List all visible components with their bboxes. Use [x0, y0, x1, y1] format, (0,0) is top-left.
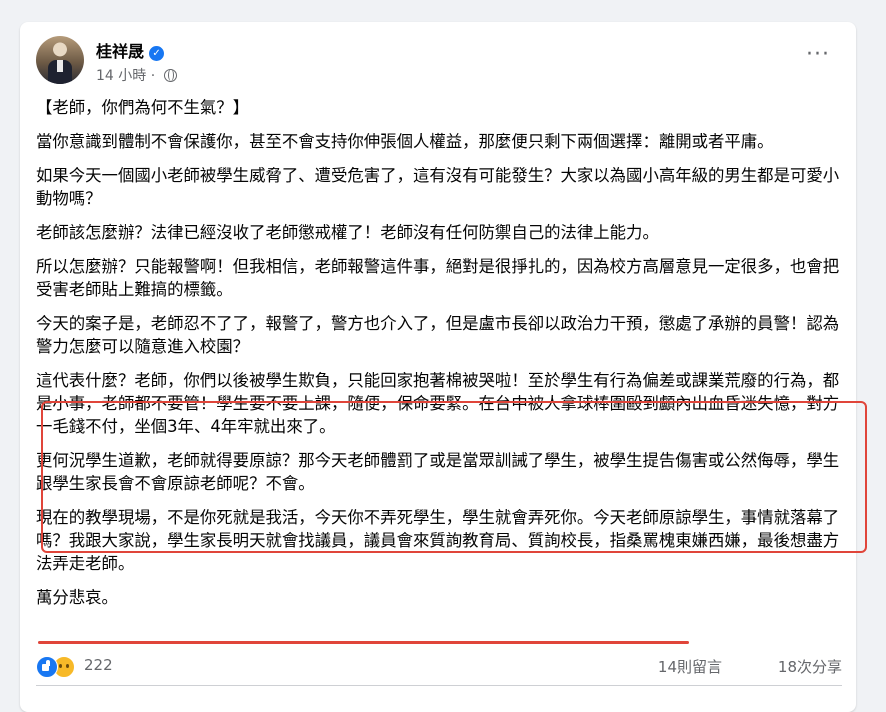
reaction-count[interactable]: 222	[84, 656, 113, 674]
post-paragraph: 【老師，你們為何不生氣？】	[36, 98, 250, 117]
post-time[interactable]: 14 小時	[96, 68, 146, 84]
post-paragraph: 更何況學生道歉，老師就得要原諒？那今天老師體罰了或是當眾訓誡了學生，被學生提告傷…	[36, 451, 840, 493]
post-paragraph: 如果今天一個國小老師被學生威脅了、遭受危害了，這有沒有可能發生？大家以為國小高年…	[36, 166, 840, 208]
like-reaction-icon	[36, 656, 58, 678]
post-paragraph: 當你意識到體制不會保護你，甚至不會支持你伸張個人權益，那麼便只剩下兩個選擇：離開…	[36, 132, 774, 151]
author-avatar[interactable]	[36, 36, 84, 84]
post-card: 桂祥晟 ✓ 14 小時 · ··· 【老師，你們為何不生氣？】 當你意識到體制不會…	[20, 22, 867, 712]
footer-divider	[36, 685, 842, 686]
more-options-icon[interactable]: ···	[806, 44, 830, 66]
post-paragraph: 萬分悲哀。	[36, 588, 118, 607]
comments-count[interactable]: 14則留言	[658, 656, 722, 677]
red-underline	[38, 641, 689, 644]
author-name-text[interactable]: 桂祥晟	[96, 42, 144, 61]
post-paragraph: 所以怎麼辦？只能報警啊！但我相信，老師報警這件事，絕對是很掙扎的，因為校方高層意…	[36, 257, 840, 299]
reactions[interactable]	[36, 656, 80, 678]
post-meta: 14 小時 ·	[96, 65, 177, 85]
post-paragraph: 這代表什麼？老師，你們以後被學生欺負，只能回家抱著棉被哭啦！至於學生有行為偏差或…	[36, 371, 840, 436]
post-paragraph: 現在的教學現場，不是你死就是我活，今天你不弄死學生，學生就會弄死你。今天老師原諒…	[36, 508, 840, 573]
post-paragraph: 今天的案子是，老師忍不了了，報警了，警方也介入了，但是盧市長卻以政治力干預，懲處…	[36, 314, 840, 356]
post-paragraph: 老師該怎麼辦？法律已經沒收了老師懲戒權了！老師沒有任何防禦自己的法律上能力。	[36, 223, 659, 242]
post-body: 【老師，你們為何不生氣？】 當你意識到體制不會保護你，甚至不會支持你伸張個人權益…	[36, 96, 867, 644]
avatar-shirt	[57, 60, 63, 72]
verified-badge-icon: ✓	[149, 46, 165, 61]
post-footer: 222 14則留言 18次分享	[36, 654, 842, 680]
globe-icon	[163, 69, 177, 82]
author-name[interactable]: 桂祥晟 ✓	[96, 38, 165, 62]
shares-count[interactable]: 18次分享	[778, 656, 842, 677]
